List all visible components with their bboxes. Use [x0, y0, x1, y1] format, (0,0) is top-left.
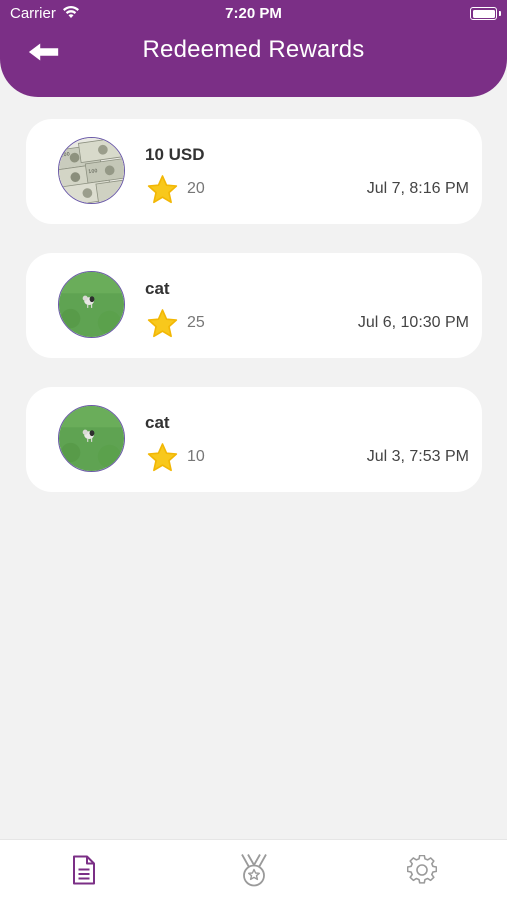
status-bar: Carrier 7:20 PM: [0, 0, 507, 28]
page-title: Redeemed Rewards: [142, 36, 365, 63]
header: Carrier 7:20 PM Redeemed Rewards: [0, 0, 507, 97]
star-icon: [147, 175, 178, 204]
dollar-bills-image: 100 100: [58, 137, 125, 204]
reward-points: 25: [187, 314, 205, 331]
reward-card[interactable]: 100 100 10 USD 20 Jul 7, 8:16 PM: [26, 119, 482, 224]
cat-on-grass-image: [58, 405, 125, 472]
reward-card[interactable]: cat 10 Jul 3, 7:53 PM: [26, 387, 482, 492]
star-icon: [147, 443, 178, 472]
reward-date: Jul 7, 8:16 PM: [366, 180, 469, 197]
svg-text:100: 100: [88, 168, 98, 175]
gear-icon: [407, 855, 437, 884]
tab-redeemed[interactable]: [66, 852, 102, 888]
cat-on-grass-image: [58, 271, 125, 338]
reward-date: Jul 6, 10:30 PM: [357, 314, 469, 331]
screen: Carrier 7:20 PM Redeemed Rewards 100 100…: [0, 0, 507, 900]
tab-settings[interactable]: [404, 852, 440, 888]
reward-points: 10: [187, 448, 205, 465]
rewards-list: 100 100 10 USD 20 Jul 7, 8:16 PM cat 25 …: [26, 119, 482, 521]
reward-card[interactable]: cat 25 Jul 6, 10:30 PM: [26, 253, 482, 358]
tab-bar: [0, 839, 507, 900]
reward-name: cat: [145, 279, 170, 298]
reward-date: Jul 3, 7:53 PM: [366, 448, 469, 465]
document-icon: [73, 855, 95, 885]
reward-name: 10 USD: [145, 145, 205, 164]
svg-text:100: 100: [60, 151, 70, 158]
reward-name: cat: [145, 413, 170, 432]
star-icon: [147, 309, 178, 338]
battery-icon: [470, 7, 497, 20]
reward-points: 20: [187, 180, 205, 197]
status-time: 7:20 PM: [225, 5, 282, 22]
medal-icon: [241, 854, 267, 887]
tab-rewards[interactable]: [236, 852, 272, 888]
battery-tip: [499, 11, 501, 16]
